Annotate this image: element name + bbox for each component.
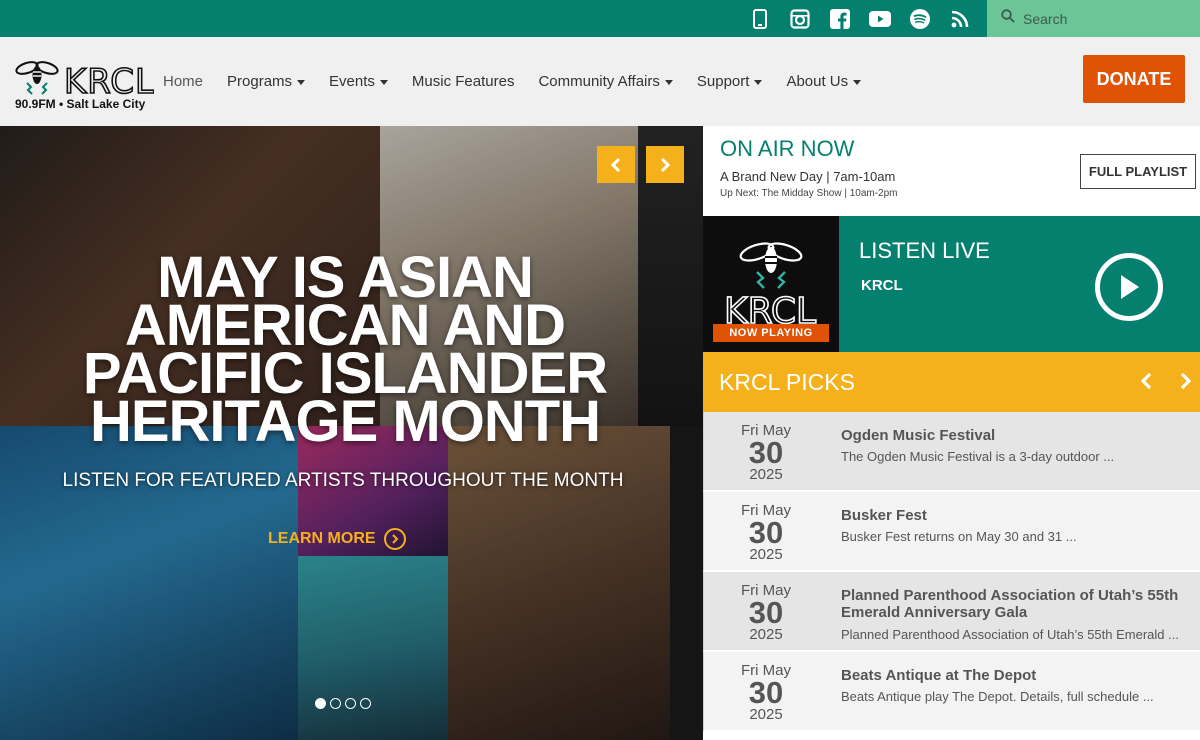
- picks-list: Fri May 30 2025 Ogden Music Festival The Ogd…: [703, 412, 1200, 740]
- picks-prev-button[interactable]: [1139, 372, 1153, 395]
- top-bar: [0, 0, 1200, 37]
- arrow-circle-right-icon: [383, 528, 406, 550]
- donate-button[interactable]: DONATE: [1083, 55, 1185, 103]
- social-links: [740, 0, 980, 37]
- picks-next-button[interactable]: [1179, 372, 1193, 395]
- nav-item-events[interactable]: Events: [329, 73, 388, 90]
- nav-item-community-affairs[interactable]: Community Affairs: [538, 73, 673, 90]
- play-button[interactable]: [1095, 253, 1163, 321]
- hero-subtitle: LISTEN FOR FEATURED ARTISTS THROUGHOUT T…: [62, 470, 624, 491]
- pick-date-day: 30: [748, 595, 784, 630]
- full-playlist-button[interactable]: FULL PLAYLIST: [1080, 154, 1196, 189]
- pick-date-year: 2025: [749, 626, 783, 643]
- chevron-left-icon: [1140, 372, 1152, 390]
- nav-menu: Home Programs Events Music Features Communit…: [163, 37, 885, 126]
- learn-more-link[interactable]: LEARN MORE: [268, 528, 406, 550]
- pick-description: Beats Antique play The Depot. Details, f…: [841, 689, 1154, 704]
- pick-date: Fri May 30 2025: [726, 582, 806, 643]
- pick-item[interactable]: Fri May 30 2025 Busker Fest Busker Fest retu…: [703, 492, 1200, 572]
- pick-date-year: 2025: [749, 546, 783, 563]
- current-show: A Brand New Day | 7am-10am: [720, 169, 896, 184]
- on-air-heading: ON AIR NOW: [720, 136, 855, 161]
- caret-down-icon: [297, 80, 306, 85]
- facebook-icon[interactable]: [820, 0, 860, 37]
- bee-logo-icon: KRCL: [723, 242, 817, 333]
- pick-date-year: 2025: [749, 466, 783, 483]
- pick-date-day: 30: [748, 515, 784, 550]
- nav-item-programs[interactable]: Programs: [227, 73, 306, 90]
- pick-title[interactable]: Ogden Music Festival: [841, 427, 1196, 444]
- pick-date-day: 30: [748, 675, 784, 710]
- up-next: Up Next: The Midday Show | 10am-2pm: [720, 188, 898, 199]
- pick-title[interactable]: Planned Parenthood Association of Utah’s…: [841, 587, 1196, 621]
- station-name: KRCL: [861, 277, 903, 294]
- hero-carousel[interactable]: MAY IS ASIAN AMERICAN AND PACIFIC ISLANDER…: [0, 126, 703, 740]
- learn-more-label: LEARN MORE: [268, 530, 376, 547]
- mobile-icon[interactable]: [740, 0, 780, 37]
- hero-title-line: HERITAGE MONTH: [89, 389, 601, 454]
- play-icon: [1121, 275, 1139, 299]
- now-playing-artwork: KRCL NOW PLAYING: [703, 216, 839, 352]
- rss-icon[interactable]: [940, 0, 980, 37]
- chevron-left-icon: [610, 157, 621, 172]
- svg-text:KRCL: KRCL: [724, 291, 816, 324]
- pick-description: Busker Fest returns on May 30 and 31 ...: [841, 529, 1077, 544]
- nav-item-home[interactable]: Home: [163, 73, 203, 90]
- pick-title[interactable]: Busker Fest: [841, 507, 1196, 524]
- nav-item-label: About Us: [786, 73, 849, 90]
- pick-date: Fri May 30 2025: [726, 502, 806, 563]
- carousel-dot[interactable]: [330, 698, 341, 709]
- nav-item-label: Music Features: [411, 73, 515, 90]
- hero-prev-button[interactable]: [597, 146, 635, 183]
- carousel-dot[interactable]: [345, 698, 356, 709]
- picks-heading: KRCL PICKS: [719, 369, 855, 395]
- nav-item-label: Events: [329, 73, 375, 90]
- pick-date: Fri May 30 2025: [726, 422, 806, 483]
- hero-title: MAY IS ASIAN AMERICAN AND PACIFIC ISLANDER…: [0, 249, 690, 454]
- pick-item[interactable]: Fri May 30 2025 Planned Parenthood Associat…: [703, 572, 1200, 652]
- krcl-logo[interactable]: KRCL 90.9FM • Salt Lake City: [14, 59, 155, 115]
- chevron-right-icon: [1180, 372, 1192, 390]
- caret-down-icon: [853, 80, 862, 85]
- svg-text:KRCL: KRCL: [64, 62, 154, 97]
- bee-logo-icon: KRCL: [15, 61, 155, 103]
- search-input[interactable]: [1023, 10, 1183, 27]
- caret-down-icon: [664, 80, 673, 85]
- listen-live-heading: LISTEN LIVE: [859, 238, 990, 263]
- carousel-dots: [315, 698, 375, 709]
- hero-next-button[interactable]: [646, 146, 684, 183]
- nav-item-support[interactable]: Support: [697, 73, 763, 90]
- search-icon: [1001, 9, 1015, 28]
- pick-title[interactable]: Beats Antique at The Depot: [841, 667, 1196, 684]
- now-playing-badge: NOW PLAYING: [713, 324, 829, 342]
- listen-live-panel: KRCL NOW PLAYING LISTEN LIVE KRCL: [703, 216, 1200, 352]
- spotify-icon[interactable]: [900, 0, 940, 37]
- pick-date: Fri May 30 2025: [726, 662, 806, 723]
- picks-header: KRCL PICKS: [703, 352, 1200, 412]
- instagram-icon[interactable]: [780, 0, 820, 37]
- search-box[interactable]: [987, 0, 1200, 37]
- nav-item-about-us[interactable]: About Us: [786, 73, 862, 90]
- caret-down-icon: [754, 80, 763, 85]
- on-air-panel: ON AIR NOW A Brand New Day | 7am-10am Up…: [703, 126, 1200, 216]
- pick-item[interactable]: Fri May 30 2025 Beats Antique at The Depot B…: [703, 652, 1200, 732]
- nav-item-label: Programs: [227, 73, 293, 90]
- nav-item-label: Home: [163, 73, 204, 90]
- youtube-icon[interactable]: [860, 0, 900, 37]
- logo-tagline: 90.9FM • Salt Lake City: [15, 97, 146, 111]
- pick-date-year: 2025: [749, 706, 783, 723]
- carousel-dot[interactable]: [315, 698, 326, 709]
- pick-description: The Ogden Music Festival is a 3-day outd…: [841, 449, 1115, 464]
- carousel-dot[interactable]: [360, 698, 371, 709]
- pick-date-day: 30: [748, 435, 784, 470]
- nav-item-label: Support: [696, 73, 750, 90]
- pick-item[interactable]: Fri May 30 2025 Ogden Music Festival The Ogd…: [703, 412, 1200, 492]
- main-nav: KRCL 90.9FM • Salt Lake City Home Program…: [0, 37, 1200, 126]
- nav-item-music-features[interactable]: Music Features: [412, 73, 515, 90]
- chevron-right-icon: [660, 157, 671, 172]
- nav-item-label: Community Affairs: [538, 73, 660, 90]
- pick-description: Planned Parenthood Association of Utah’s…: [841, 627, 1179, 642]
- caret-down-icon: [379, 80, 388, 85]
